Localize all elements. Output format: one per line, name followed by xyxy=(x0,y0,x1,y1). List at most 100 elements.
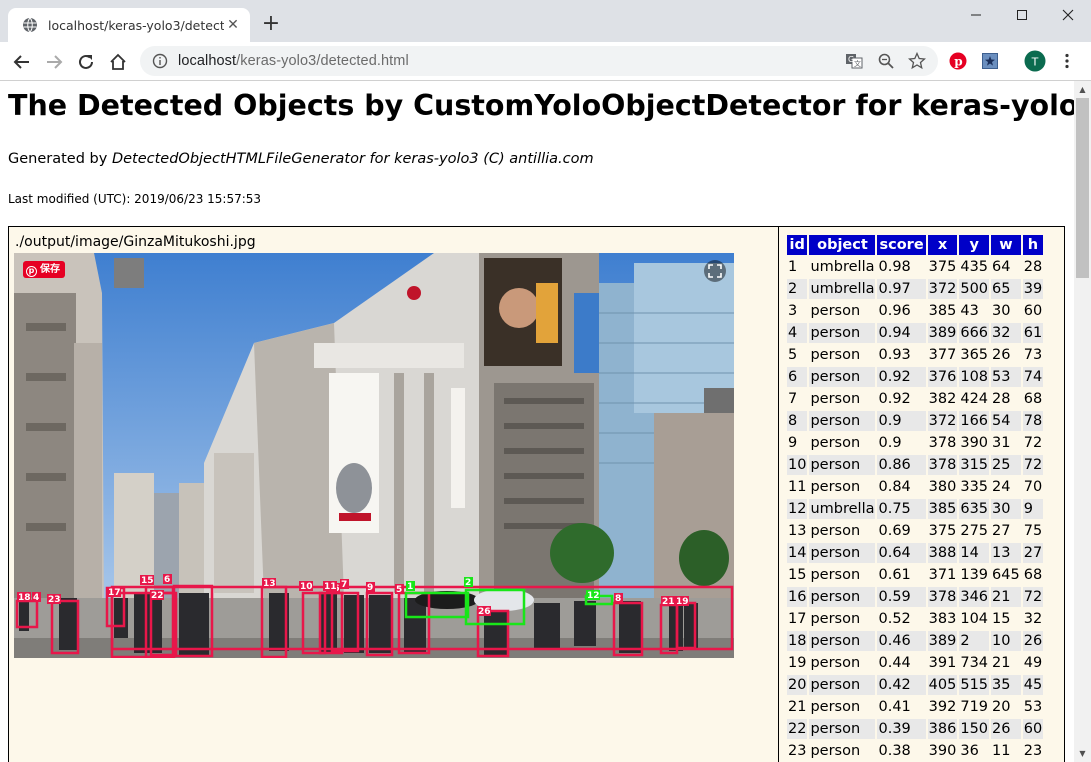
svg-text:17: 17 xyxy=(108,588,121,598)
cell-y: 500 xyxy=(959,279,990,299)
cell-y: 515 xyxy=(959,675,990,695)
cell-x: 392 xyxy=(927,697,958,717)
cell-score: 0.69 xyxy=(877,521,926,541)
cell-object: person xyxy=(809,587,876,607)
cell-h: 68 xyxy=(1022,565,1044,585)
svg-text:23: 23 xyxy=(48,595,61,605)
detection-table: id object score x y w h 1 umbrella 0.98 375 435 64 2… xyxy=(785,233,1045,762)
cell-x: 375 xyxy=(927,521,958,541)
table-row: 8 person 0.9 372 166 54 78 xyxy=(787,411,1044,431)
zoom-icon[interactable] xyxy=(877,52,895,70)
minimize-icon xyxy=(971,14,981,16)
cell-y: 43 xyxy=(959,301,990,321)
cell-w: 65 xyxy=(991,279,1021,299)
cell-y: 36 xyxy=(959,741,990,761)
cell-x: 376 xyxy=(927,367,958,387)
cell-id: 18 xyxy=(787,631,808,651)
pinterest-extension-icon[interactable]: p xyxy=(948,51,968,71)
cell-h: 75 xyxy=(1022,521,1044,541)
cell-score: 0.97 xyxy=(877,279,926,299)
table-row: 5 person 0.93 377 365 26 73 xyxy=(787,345,1044,365)
cell-object: person xyxy=(809,345,876,365)
column-header-id: id xyxy=(787,235,808,255)
cell-y: 104 xyxy=(959,609,990,629)
cell-y: 335 xyxy=(959,477,990,497)
active-tab[interactable]: localhost/keras-yolo3/detected.h ✕ xyxy=(8,8,250,42)
cell-h: 9 xyxy=(1022,499,1044,519)
cell-id: 19 xyxy=(787,653,808,673)
cell-id: 4 xyxy=(787,323,808,343)
cell-object: person xyxy=(809,411,876,431)
cell-x: 386 xyxy=(927,719,958,739)
cell-y: 108 xyxy=(959,367,990,387)
svg-text:文: 文 xyxy=(854,59,861,68)
cell-y: 315 xyxy=(959,455,990,475)
cell-object: umbrella xyxy=(809,499,876,519)
table-row: 2 umbrella 0.97 372 500 65 39 xyxy=(787,279,1044,299)
cell-w: 11 xyxy=(991,741,1021,761)
url-text: localhost/keras-yolo3/detected.html xyxy=(178,53,409,69)
vertical-scrollbar[interactable]: ▲ ▼ xyxy=(1074,81,1091,762)
detection-label-13: 13 xyxy=(262,578,276,589)
reload-button[interactable] xyxy=(72,48,100,76)
detected-image[interactable]: 18 4 23 17 15 6 22 13 10 16 7 9 5 1 xyxy=(14,253,734,658)
maximize-button[interactable] xyxy=(999,0,1045,30)
cell-score: 0.42 xyxy=(877,675,926,695)
bookmark-extension-icon[interactable] xyxy=(980,51,1000,71)
browser-toolbar: localhost/keras-yolo3/detected.html G文 p… xyxy=(0,42,1091,81)
cell-w: 54 xyxy=(991,411,1021,431)
pinterest-save-button[interactable]: p 保存 xyxy=(23,261,65,278)
cell-h: 70 xyxy=(1022,477,1044,497)
minimize-button[interactable] xyxy=(953,0,999,30)
table-row: 18 person 0.46 389 2 10 26 xyxy=(787,631,1044,651)
generator-name: DetectedObjectHTMLFileGenerator for kera… xyxy=(111,151,594,167)
cell-h: 72 xyxy=(1022,433,1044,453)
cell-id: 6 xyxy=(787,367,808,387)
cell-h: 60 xyxy=(1022,301,1044,321)
cell-y: 390 xyxy=(959,433,990,453)
arrow-right-icon xyxy=(47,55,63,69)
translate-icon[interactable]: G文 xyxy=(845,52,863,70)
cell-w: 10 xyxy=(991,631,1021,651)
cell-x: 375 xyxy=(927,257,958,277)
menu-kebab-icon[interactable] xyxy=(1057,51,1077,71)
cell-score: 0.75 xyxy=(877,499,926,519)
detection-label-18: 18 xyxy=(17,592,31,603)
cell-id: 11 xyxy=(787,477,808,497)
cell-w: 27 xyxy=(991,521,1021,541)
cell-id: 16 xyxy=(787,587,808,607)
cell-h: 68 xyxy=(1022,389,1044,409)
address-bar[interactable]: localhost/keras-yolo3/detected.html G文 xyxy=(140,46,938,76)
cell-score: 0.44 xyxy=(877,653,926,673)
close-window-button[interactable] xyxy=(1045,0,1091,30)
profile-avatar[interactable]: T xyxy=(1024,50,1046,72)
detection-label-12: 12 xyxy=(586,590,600,601)
new-tab-button[interactable]: + xyxy=(258,12,284,38)
cell-score: 0.59 xyxy=(877,587,926,607)
back-button[interactable] xyxy=(8,48,36,76)
table-row: 11 person 0.84 380 335 24 70 xyxy=(787,477,1044,497)
home-button[interactable] xyxy=(104,48,132,76)
detection-label-4: 4 xyxy=(32,592,41,603)
scroll-up-arrow-icon[interactable]: ▲ xyxy=(1074,81,1091,98)
table-header-row: id object score x y w h xyxy=(787,235,1044,255)
close-tab-icon[interactable]: ✕ xyxy=(224,16,242,34)
cell-w: 15 xyxy=(991,609,1021,629)
table-row: 4 person 0.94 389 666 32 61 xyxy=(787,323,1044,343)
bookmark-star-icon[interactable] xyxy=(908,52,926,70)
info-icon[interactable] xyxy=(152,53,168,69)
cell-x: 389 xyxy=(927,323,958,343)
forward-button[interactable] xyxy=(40,48,68,76)
cell-object: person xyxy=(809,455,876,475)
cell-score: 0.61 xyxy=(877,565,926,585)
scroll-down-arrow-icon[interactable]: ▼ xyxy=(1074,745,1091,762)
cell-score: 0.86 xyxy=(877,455,926,475)
expand-icon[interactable] xyxy=(704,260,726,282)
scroll-thumb[interactable] xyxy=(1076,98,1089,278)
svg-text:9: 9 xyxy=(367,583,373,593)
detection-label-6: 6 xyxy=(163,574,172,585)
cell-object: person xyxy=(809,719,876,739)
cell-x: 382 xyxy=(927,389,958,409)
cell-h: 49 xyxy=(1022,653,1044,673)
cell-object: person xyxy=(809,521,876,541)
